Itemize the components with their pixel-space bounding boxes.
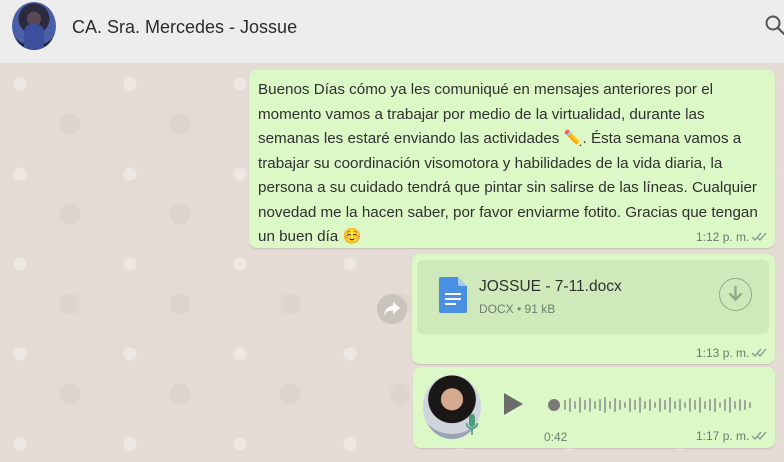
audio-waveform[interactable] [547,394,757,416]
double-check-icon [751,232,767,242]
download-icon [728,286,743,302]
mic-icon [465,414,479,435]
play-icon[interactable] [501,391,525,417]
document-file-meta: DOCX • 91 kB [479,302,556,316]
download-button[interactable] [719,278,752,311]
search-icon[interactable] [764,14,784,36]
outgoing-voice-message[interactable]: 0:42 1:17 p. m. [413,367,775,448]
message-text: Buenos Días cómo ya les comuniqué en men… [258,81,758,245]
message-time: 1:13 p. m. [696,346,750,360]
forward-icon [384,302,400,316]
document-attachment[interactable]: JOSSUE - 7-11.docx DOCX • 91 kB [417,260,769,334]
voice-duration: 0:42 [544,430,568,444]
message-time: 1:12 p. m. [696,230,750,244]
document-file-name: JOSSUE - 7-11.docx [479,278,622,295]
chat-header: CA. Sra. Mercedes - Jossue [0,0,784,64]
outgoing-text-message[interactable]: Buenos Días cómo ya les comuniqué en men… [249,70,775,248]
document-icon [439,277,467,313]
message-time: 1:17 p. m. [696,429,750,443]
forward-button[interactable] [377,294,407,324]
contact-avatar[interactable] [12,2,56,50]
double-check-icon [751,348,767,358]
double-check-icon [751,431,767,441]
outgoing-document-message[interactable]: JOSSUE - 7-11.docx DOCX • 91 kB 1:13 p. … [412,254,775,364]
chat-title[interactable]: CA. Sra. Mercedes - Jossue [72,17,297,38]
